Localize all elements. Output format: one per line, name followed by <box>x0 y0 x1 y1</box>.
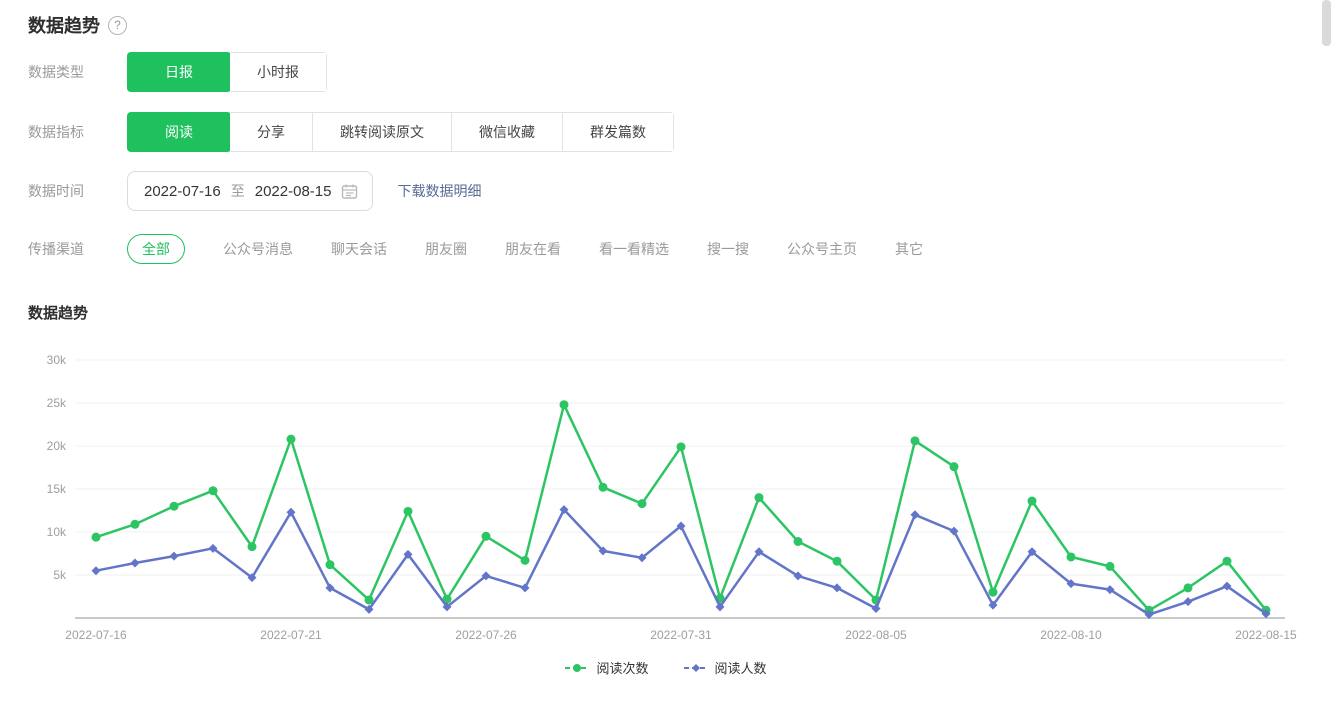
x-axis-tick: 2022-07-21 <box>260 628 322 642</box>
metric-tab[interactable]: 分享 <box>230 113 312 151</box>
x-axis-tick: 2022-07-26 <box>455 628 517 642</box>
data-point[interactable] <box>1183 597 1193 607</box>
data-point[interactable] <box>1105 561 1115 571</box>
channel-row: 传播渠道 全部 公众号消息 聊天会话 朋友圈 朋友在看 看一看精选 搜一搜 公众号主页 其它 <box>28 234 923 264</box>
download-details-link[interactable]: 下载数据明细 <box>397 181 481 201</box>
metric-tab[interactable]: 跳转阅读原文 <box>312 113 451 151</box>
data-point[interactable] <box>910 436 920 446</box>
data-point[interactable] <box>481 531 491 541</box>
data-point[interactable] <box>169 551 179 561</box>
data-point[interactable] <box>1066 552 1076 562</box>
channel-option[interactable]: 全部 <box>127 234 185 264</box>
data-point[interactable] <box>91 532 101 542</box>
y-axis-tick: 30k <box>47 353 67 367</box>
data-point[interactable] <box>91 566 101 576</box>
data-point[interactable] <box>286 434 296 444</box>
channel-option[interactable]: 公众号消息 <box>223 239 293 259</box>
data-point[interactable] <box>598 482 608 492</box>
x-axis-tick: 2022-08-10 <box>1040 628 1102 642</box>
y-axis-tick: 10k <box>47 525 67 539</box>
legend-marker-icon <box>565 663 590 672</box>
data-point[interactable] <box>988 587 998 597</box>
x-axis-tick: 2022-07-16 <box>65 628 127 642</box>
data-type-tab[interactable]: 日报 <box>127 52 231 92</box>
channel-option[interactable]: 其它 <box>895 239 923 259</box>
y-axis-tick: 20k <box>47 439 67 453</box>
y-axis-tick: 5k <box>53 568 67 582</box>
metric-tab[interactable]: 微信收藏 <box>451 113 562 151</box>
series-read-count <box>91 400 1271 615</box>
channel-filter-list: 全部 公众号消息 聊天会话 朋友圈 朋友在看 看一看精选 搜一搜 公众号主页 其它 <box>127 234 923 264</box>
y-axis-tick: 25k <box>47 396 67 410</box>
chart-section-title: 数据趋势 <box>28 305 89 322</box>
series-line <box>94 403 1268 612</box>
date-separator: 至 <box>230 183 245 199</box>
metric-tabs: 阅读 分享 跳转阅读原文 微信收藏 群发篇数 <box>127 112 674 152</box>
channel-option[interactable]: 朋友圈 <box>425 239 467 259</box>
metric-label: 数据指标 <box>28 124 84 140</box>
metric-tab[interactable]: 群发篇数 <box>562 113 673 151</box>
trend-line-chart[interactable]: 5k 10k 15k 20k 25k 30k 2022-07-16 2022-07-21 202… <box>0 338 1331 650</box>
data-point[interactable] <box>637 499 647 509</box>
channel-label: 传播渠道 <box>28 241 84 257</box>
legend-label: 阅读次数 <box>596 661 649 676</box>
data-point[interactable] <box>793 536 803 546</box>
y-axis-tick: 15k <box>47 482 67 496</box>
data-type-row: 数据类型 日报 小时报 <box>28 52 327 92</box>
scrollbar-thumb[interactable] <box>1322 0 1331 46</box>
data-type-label: 数据类型 <box>28 64 84 80</box>
data-point[interactable] <box>949 526 959 536</box>
data-type-tab[interactable]: 小时报 <box>230 53 326 91</box>
data-point[interactable] <box>403 506 413 516</box>
x-axis-tick: 2022-08-05 <box>845 628 907 642</box>
legend-read-count[interactable]: 阅读次数 <box>564 658 649 677</box>
channel-option[interactable]: 朋友在看 <box>505 239 561 259</box>
data-point[interactable] <box>1183 583 1193 593</box>
wechat-mp-trend-page: 数据趋势 ? 数据类型 日报 小时报 数据指标 阅读 分享 跳转阅读原文 微信收藏 群发篇… <box>0 0 1331 704</box>
data-point[interactable] <box>559 400 569 410</box>
metric-tab[interactable]: 阅读 <box>127 112 231 152</box>
page-header: 数据趋势 ? <box>28 12 127 38</box>
data-point[interactable] <box>520 583 530 593</box>
channel-option[interactable]: 搜一搜 <box>707 239 749 259</box>
channel-option[interactable]: 聊天会话 <box>331 239 387 259</box>
data-point[interactable] <box>325 560 335 570</box>
calendar-icon <box>342 184 358 199</box>
x-axis-tick: 2022-08-15 <box>1235 628 1297 642</box>
data-point[interactable] <box>208 486 218 496</box>
data-point[interactable] <box>1222 556 1232 566</box>
help-icon[interactable]: ? <box>108 15 127 35</box>
legend-marker-icon <box>683 663 708 672</box>
data-point[interactable] <box>247 542 257 552</box>
data-point[interactable] <box>520 555 530 565</box>
chart-legend: 阅读次数 阅读人数 <box>0 658 1331 677</box>
channel-option[interactable]: 看一看精选 <box>599 239 669 259</box>
metric-row: 数据指标 阅读 分享 跳转阅读原文 微信收藏 群发篇数 <box>28 112 674 152</box>
data-point[interactable] <box>169 501 179 511</box>
data-point[interactable] <box>754 493 764 503</box>
data-point[interactable] <box>130 558 140 568</box>
page-title: 数据趋势 <box>28 16 100 36</box>
legend-read-users[interactable]: 阅读人数 <box>683 658 767 677</box>
data-point[interactable] <box>949 462 959 472</box>
data-point[interactable] <box>832 583 842 593</box>
time-label: 数据时间 <box>28 183 84 199</box>
channel-option[interactable]: 公众号主页 <box>787 239 857 259</box>
data-point[interactable] <box>832 556 842 566</box>
data-point[interactable] <box>130 519 140 529</box>
start-date: 2022-07-16 <box>144 182 221 200</box>
date-range-picker[interactable]: 2022-07-16 至 2022-08-15 <box>127 171 374 211</box>
x-axis-tick: 2022-07-31 <box>650 628 712 642</box>
end-date: 2022-08-15 <box>254 182 332 200</box>
data-type-tabs: 日报 小时报 <box>127 52 327 92</box>
data-point[interactable] <box>871 604 881 614</box>
data-point[interactable] <box>1027 496 1037 506</box>
legend-label: 阅读人数 <box>714 661 767 676</box>
time-row: 数据时间 2022-07-16 至 2022-08-15 下载数据明细 <box>28 171 481 211</box>
data-point[interactable] <box>910 510 920 520</box>
data-point[interactable] <box>676 442 686 452</box>
